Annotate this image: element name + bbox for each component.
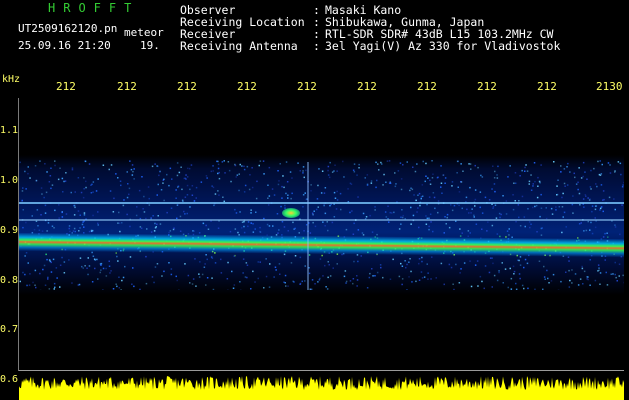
interference-vertical-line [307,162,309,290]
file-name: UT2509162120.pn [18,22,118,35]
y-axis-unit: kHz [2,74,21,85]
event-tag: meteor [124,26,164,39]
meteor-echo [282,208,300,218]
x-tick-label: 212 [297,80,317,93]
date-time: 25.09.16 21:20 [18,39,111,52]
x-tick-label: 212 [177,80,197,93]
x-tick-label: 2130 [596,80,623,93]
info-sep: : [313,39,320,53]
x-tick-label: 212 [417,80,437,93]
y-tick-label: 0.9 [0,225,19,236]
x-tick-label: 212 [117,80,137,93]
event-count: 19. [140,39,160,52]
x-tick-label: 212 [56,80,76,93]
x-tick-label: 212 [237,80,257,93]
power-baseline [19,370,624,371]
x-tick-label: 212 [357,80,377,93]
info-key-antenna: Receiving Antenna [180,39,298,53]
y-tick-label: 0.6 [0,374,19,385]
info-value-antenna: 3el Yagi(V) Az 330 for Vladivostok [325,39,561,53]
spectrogram-speckle [19,160,624,290]
x-tick-label: 212 [477,80,497,93]
y-tick-label: 1.0 [0,175,19,186]
power-trace [19,376,624,400]
y-tick-label: 0.7 [0,324,19,335]
y-tick-label: 0.8 [0,275,19,286]
carrier-line-upper [19,202,624,204]
carrier-line-lower [19,219,624,221]
x-tick-label: 212 [537,80,557,93]
header-brand: HROFFT [48,1,140,15]
y-tick-label: 1.1 [0,125,19,136]
